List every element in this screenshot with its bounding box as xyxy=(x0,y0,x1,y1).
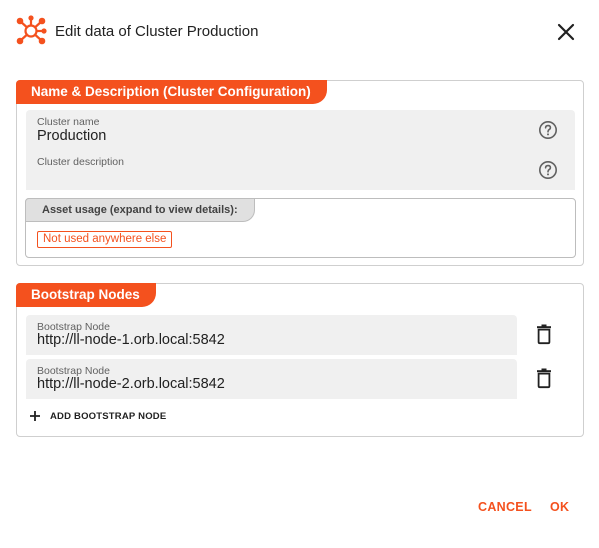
cancel-button[interactable]: CANCEL xyxy=(478,500,532,514)
trash-icon[interactable] xyxy=(533,367,555,389)
asset-usage-chip: Not used anywhere else xyxy=(37,231,173,248)
cluster-name-label: Cluster name xyxy=(37,116,100,128)
help-circle-icon[interactable] xyxy=(538,120,558,140)
cluster-description-field[interactable]: Cluster description xyxy=(26,150,575,190)
dialog-title: Edit data of Cluster Production xyxy=(55,23,259,40)
cluster-description-label: Cluster description xyxy=(37,156,124,168)
add-bootstrap-node-button[interactable]: ADD BOOTSTRAP NODE xyxy=(29,408,166,424)
cluster-network-icon xyxy=(16,15,47,45)
plus-icon xyxy=(30,411,40,421)
bootstrap-nodes-tab: Bootstrap Nodes xyxy=(16,283,156,307)
close-icon[interactable] xyxy=(554,20,578,44)
asset-usage-tab[interactable]: Asset usage (expand to view details): xyxy=(25,198,255,222)
trash-icon[interactable] xyxy=(533,323,555,345)
asset-usage-box[interactable]: Asset usage (expand to view details): No… xyxy=(25,198,576,258)
bootstrap-node-value[interactable]: http://ll-node-1.orb.local:5842 xyxy=(37,332,225,348)
help-circle-icon[interactable] xyxy=(538,160,558,180)
cluster-configuration-tab: Name & Description (Cluster Configuratio… xyxy=(16,80,327,104)
bootstrap-nodes-panel: Bootstrap Nodes Bootstrap Node http://ll… xyxy=(16,283,584,437)
ok-button[interactable]: OK xyxy=(550,500,569,514)
bootstrap-node-field[interactable]: Bootstrap Node http://ll-node-2.orb.loca… xyxy=(26,359,517,399)
cluster-configuration-panel: Name & Description (Cluster Configuratio… xyxy=(16,80,584,266)
cluster-fields-group: Cluster name Production Cluster descript… xyxy=(26,110,575,190)
edit-cluster-dialog: Edit data of Cluster Production Name & D… xyxy=(0,0,599,548)
dialog-header: Edit data of Cluster Production xyxy=(14,12,584,52)
cluster-name-field[interactable]: Cluster name Production xyxy=(26,110,575,150)
bootstrap-node-value[interactable]: http://ll-node-2.orb.local:5842 xyxy=(37,376,225,392)
bootstrap-node-field[interactable]: Bootstrap Node http://ll-node-1.orb.loca… xyxy=(26,315,517,355)
cluster-name-value[interactable]: Production xyxy=(37,128,106,144)
add-bootstrap-node-label: ADD BOOTSTRAP NODE xyxy=(50,410,167,422)
